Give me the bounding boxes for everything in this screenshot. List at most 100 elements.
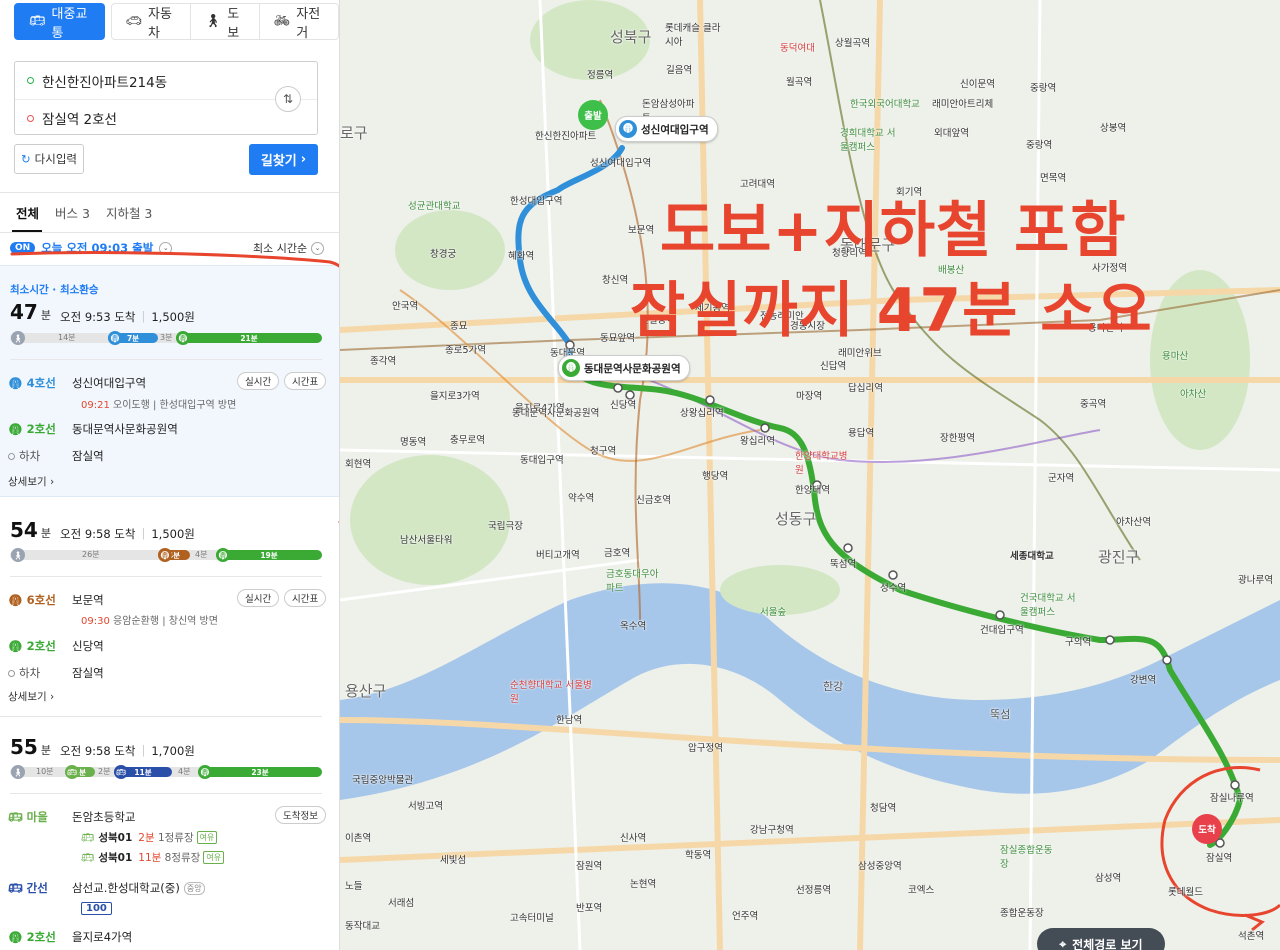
tab-all[interactable]: 전체 bbox=[16, 203, 39, 222]
sort-selector[interactable]: 최소 시간순 ⌄ bbox=[253, 240, 325, 256]
route-duration: 47 분 bbox=[10, 300, 51, 324]
search-button[interactable]: 길찾기 › bbox=[249, 144, 318, 175]
timetable-button[interactable]: 시간표 bbox=[284, 589, 327, 607]
start-marker[interactable]: 출발 bbox=[578, 100, 608, 130]
swap-icon[interactable]: ⇅ bbox=[275, 86, 301, 112]
subway-icon: 🚇︎ bbox=[8, 422, 23, 436]
map-poi-label: 코엑스 bbox=[908, 885, 935, 896]
walk-icon: 🚶︎ bbox=[11, 331, 25, 345]
map-station-label: 성수역 bbox=[880, 583, 907, 594]
park-area bbox=[350, 455, 510, 585]
map-station-label: 보문역 bbox=[628, 225, 655, 236]
map-poi-label: 한양대학교병원 bbox=[795, 451, 848, 476]
bus-icon: 🚌︎ bbox=[81, 852, 95, 864]
map-station-label: 이촌역 bbox=[345, 833, 372, 844]
detail-link[interactable]: 상세보기 › bbox=[8, 474, 54, 489]
subway-icon: 🚇︎ bbox=[562, 359, 580, 377]
map-station-label: 군자역 bbox=[1048, 473, 1075, 484]
map-station-label: 노들 bbox=[345, 881, 363, 892]
map-poi-label: 아차산 bbox=[1180, 389, 1207, 400]
bus-icon: 🚌︎ bbox=[114, 765, 128, 779]
realtime-button[interactable]: 실시간 bbox=[237, 372, 280, 390]
station-tag[interactable]: 🚇︎ 동대문역사문화공원역 bbox=[558, 355, 690, 381]
map-view[interactable]: 성북구 용산구 성동구 광진구 동대문구 로구 성신여대입구역 한성대입구역 혜… bbox=[340, 0, 1280, 950]
map-station-label: 고속터미널 bbox=[510, 913, 554, 924]
map-station-label: 중랑역 bbox=[1026, 140, 1053, 151]
crowd-badge: 여유 bbox=[196, 831, 218, 844]
map-river-label: 한강 bbox=[823, 680, 844, 693]
on-badge: ON bbox=[10, 242, 36, 254]
map-station-label: 종각역 bbox=[370, 356, 397, 367]
map-station-label: 을지로3가역 bbox=[430, 391, 480, 402]
map-station-label: 왕십리역 bbox=[740, 436, 775, 447]
arrival-info-button[interactable]: 도착정보 bbox=[275, 806, 326, 824]
directions-panel: 🚌︎ 대중교통 🚗︎ 자동차 🚶︎ 도보 🚲︎ 자전거 한신한진아파트214동 잠실역 … bbox=[0, 0, 340, 950]
map-station-label: 장한평역 bbox=[940, 433, 975, 444]
map-poi-label: 서래섬 bbox=[388, 898, 415, 909]
map-station-label: 강변역 bbox=[1130, 675, 1157, 686]
map-poi-label: 세빛섬 bbox=[440, 855, 467, 866]
map-station-label: 중랑역 bbox=[1030, 83, 1057, 94]
map-station-label: 반포역 bbox=[576, 903, 603, 914]
map-station-label: 신답역 bbox=[820, 361, 847, 372]
bus-icon: 🚌︎ bbox=[8, 810, 23, 824]
map-poi-label: 종묘 bbox=[450, 321, 468, 332]
map-station-label: 잠원역 bbox=[576, 861, 603, 872]
timetable-button[interactable]: 시간표 bbox=[284, 372, 327, 390]
chevron-right-icon: › bbox=[49, 691, 55, 703]
walk-icon: 🚶︎ bbox=[11, 765, 25, 779]
route-card[interactable]: 54 분 오전 9:58 도착 | 1,500원 🚶︎ 26분 4분 🚇︎ 4분 19… bbox=[0, 498, 339, 717]
tab-subway[interactable]: 지하철 3 bbox=[106, 203, 152, 222]
map-station-label: 동대문역사문화공원역 bbox=[512, 408, 600, 419]
map-station-label: 길음역 bbox=[666, 65, 693, 76]
map-district-label: 성북구 bbox=[610, 28, 652, 46]
divider bbox=[10, 359, 322, 360]
map-station-label: 옥수역 bbox=[620, 621, 647, 632]
map-station-label: 삼성중앙역 bbox=[858, 861, 902, 872]
route-input-box: 한신한진아파트214동 잠실역 2호선 ⇅ bbox=[14, 61, 318, 135]
map-poi-label: 국립중앙박물관 bbox=[352, 775, 414, 786]
map-station-label: 마장역 bbox=[796, 391, 823, 402]
bus-eta: 🚌︎ 성북01 2분 1정류장 여유 bbox=[81, 830, 218, 845]
subway-icon: 🚇︎ bbox=[8, 376, 23, 390]
route-card[interactable]: 최소시간 · 최소환승 47 분 오전 9:53 도착 | 1,500원 🚶︎ 14분… bbox=[0, 265, 339, 497]
map-station-label: 한성대입구역 bbox=[510, 196, 563, 207]
map-poi-label: 롯데월드 bbox=[1168, 887, 1203, 898]
mode-car-button[interactable]: 🚗︎ 자동차 bbox=[110, 3, 191, 41]
map-station-label: 신이문역 bbox=[960, 79, 995, 90]
map-district-label: 로구 bbox=[340, 124, 368, 142]
divider bbox=[10, 793, 322, 794]
tab-bus[interactable]: 버스 3 bbox=[55, 203, 90, 222]
map-poi-label: 동작대교 bbox=[345, 921, 380, 932]
transport-mode-tabs: 🚌︎ 대중교통 🚗︎ 자동차 🚶︎ 도보 🚲︎ 자전거 bbox=[14, 3, 339, 41]
map-station-label: 뚝섬역 bbox=[830, 559, 857, 570]
bus-icon: 🚌︎ bbox=[8, 881, 23, 895]
route-meta: 오전 9:58 도착 | 1,500원 bbox=[60, 526, 195, 541]
full-route-button[interactable]: ⌖ 전체경로 보기 bbox=[1037, 928, 1165, 950]
bus-eta: 🚌︎ 성북01 11분 8정류장 여유 bbox=[81, 850, 225, 865]
divider bbox=[0, 192, 339, 193]
mode-transit-button[interactable]: 🚌︎ 대중교통 bbox=[14, 3, 105, 41]
route-step: 🚌︎ 간선 삼선교.한성대학교(중) 중앙 bbox=[8, 880, 205, 896]
realtime-button[interactable]: 실시간 bbox=[237, 589, 280, 607]
annotation-text: 잠실까지 47분 소요 bbox=[630, 276, 1153, 346]
subway-icon: 🚇︎ bbox=[8, 639, 23, 653]
detail-link[interactable]: 상세보기 › bbox=[8, 689, 54, 704]
map-station-label: 아차산역 bbox=[1116, 517, 1151, 528]
car-icon: 🚗︎ bbox=[125, 14, 143, 29]
map-station-label: 학동역 bbox=[685, 850, 712, 861]
destination-field[interactable]: 잠실역 2호선 bbox=[15, 99, 317, 136]
reset-button[interactable]: ↻ 다시입력 bbox=[14, 144, 84, 174]
station-tag[interactable]: 🚇︎ 성신여대입구역 bbox=[615, 116, 718, 142]
route-card[interactable]: 55 분 오전 9:58 도착 | 1,700원 🚶︎ 10분 1분 🚌︎ 2분 11… bbox=[0, 717, 339, 950]
map-poi-label: 세종대학교 bbox=[1010, 551, 1054, 562]
mode-walk-button[interactable]: 🚶︎ 도보 bbox=[190, 3, 260, 41]
route-step: 🚌︎ 마을 돈암초등학교 bbox=[8, 810, 136, 824]
end-marker[interactable]: 도착 bbox=[1192, 814, 1222, 844]
mode-bicycle-button[interactable]: 🚲︎ 자전거 bbox=[259, 3, 339, 41]
divider bbox=[0, 232, 339, 233]
route-time-bar: 🚶︎ 10분 1분 🚌︎ 2분 11분 🚌︎ 4분 23분 🚇︎ bbox=[10, 765, 322, 779]
origin-field[interactable]: 한신한진아파트214동 bbox=[15, 62, 317, 99]
departure-time-selector[interactable]: ON 오늘 오전 09:03 출발 ⌄ bbox=[10, 240, 173, 256]
subway-icon: 🚇︎ bbox=[8, 593, 23, 607]
